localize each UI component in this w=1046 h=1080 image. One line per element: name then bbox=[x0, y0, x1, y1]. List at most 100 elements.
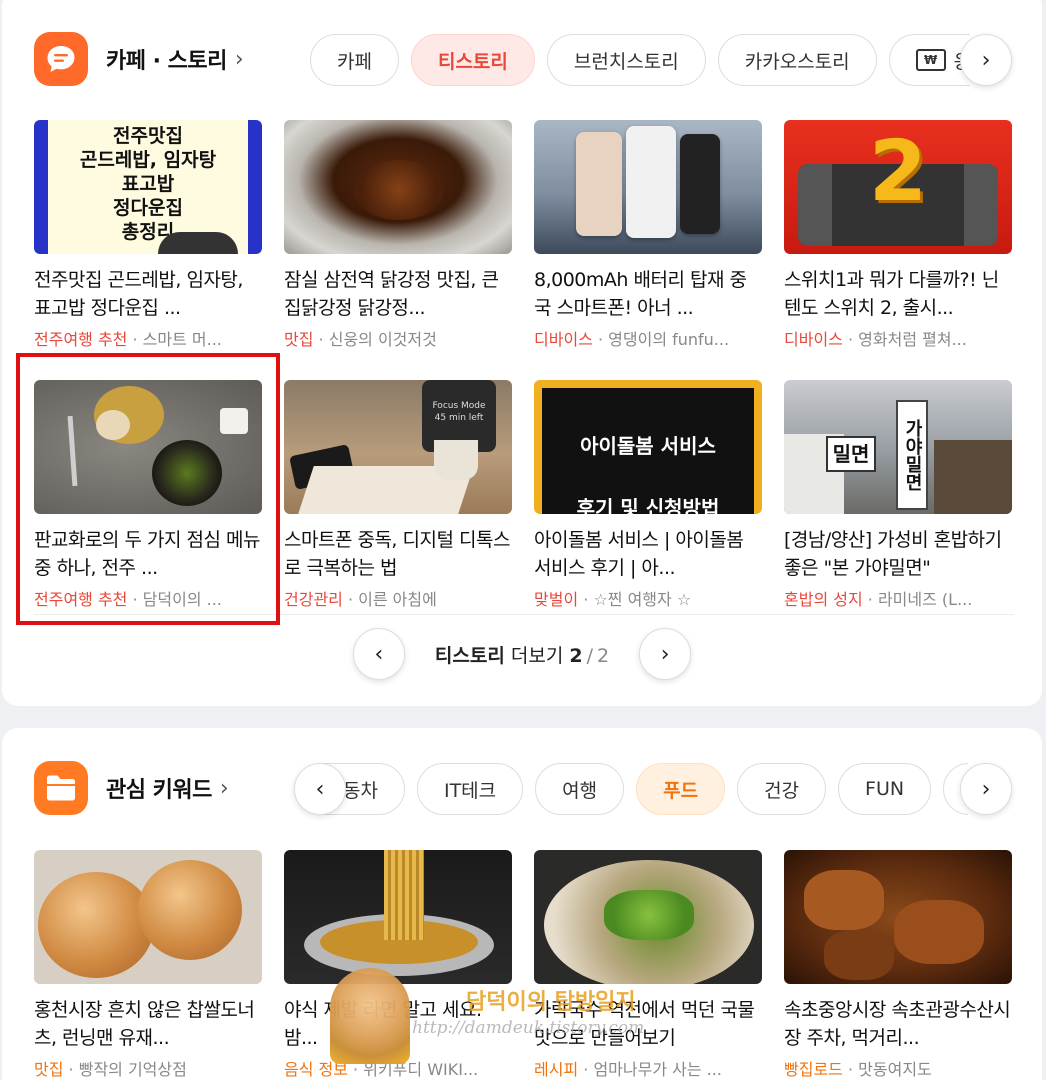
highlight-box bbox=[16, 353, 280, 625]
story-meta: 전주여행 추천 · 스마트 머... bbox=[34, 330, 222, 349]
watermark-url: http://damdeuk.tistory.com bbox=[412, 1018, 645, 1038]
story-item[interactable]: 아이돌봄 서비스 후기 및 신청방법 아이돌봄 서비스 | 아이돌봄 서비스 후… bbox=[534, 380, 762, 610]
thumbnail-childcare: 아이돌봄 서비스 후기 및 신청방법 bbox=[534, 380, 762, 514]
thumb-text-1: 전주맛집 bbox=[113, 125, 183, 147]
story-title: 8,000mAh 배터리 탑재 중국 스마트폰! 아너 ... bbox=[534, 269, 747, 319]
story-title: 속초중앙시장 속초관광수산시장 주차, 먹거리... bbox=[784, 999, 1011, 1049]
chevron-right-icon: › bbox=[660, 641, 670, 667]
chips-prev-button[interactable]: ‹ bbox=[294, 763, 346, 815]
category-chips: 카페 티스토리 브런치스토리 카카오스토리 ₩ 응 bbox=[310, 34, 970, 86]
thumb-text-3: 표고밥 bbox=[121, 173, 175, 195]
chip-partial[interactable]: ₩ 응 bbox=[888, 34, 970, 86]
focus-mode-label: Focus Mode bbox=[432, 401, 486, 411]
story-title: [경남/양산] 가성비 혼밥하기 좋은 "본 가야밀면" bbox=[784, 529, 1002, 579]
story-meta: 맛집 · 신웅의 이것저것 bbox=[284, 330, 437, 349]
thumb-text-2: 후기 및 신청방법 bbox=[576, 496, 720, 514]
chevron-right-icon: › bbox=[234, 46, 244, 72]
story-meta: 빵집로드 · 맛동여지도 bbox=[784, 1060, 932, 1079]
story-category[interactable]: 맛집 bbox=[34, 1060, 63, 1079]
watermark-title: 담덕이의 탐방일지 bbox=[466, 990, 636, 1015]
thumbnail-ramen bbox=[284, 850, 512, 984]
story-title: 스위치1과 뭐가 다를까?! 닌텐도 스위치 2, 출시... bbox=[784, 269, 999, 319]
story-item[interactable]: 전주맛집 곤드레밥, 임자탕 표고밥 정다운집 총정리 전주맛집 곤드레밥, 임… bbox=[34, 120, 262, 350]
pager-current: 2 bbox=[569, 644, 583, 667]
thumb-text-4: 정다운집 bbox=[113, 197, 183, 219]
story-category[interactable]: 맞벌이 bbox=[534, 590, 578, 609]
story-item[interactable]: 홍천시장 흔치 않은 찹쌀도너츠, 런닝맨 유재... 맛집 · 빵작의 기억상… bbox=[34, 850, 262, 1080]
won-icon: ₩ bbox=[915, 49, 946, 71]
chip-travel[interactable]: 여행 bbox=[535, 763, 625, 815]
keyword-chips: 동차 IT테크 여행 푸드 건강 FUN 웹툰 bbox=[298, 763, 968, 815]
story-meta: 맞벌이 · ☆찐 여행자 ☆ bbox=[534, 590, 692, 609]
story-meta: 디바이스 · 영댕이의 funfu... bbox=[534, 330, 730, 349]
story-source[interactable]: ☆찐 여행자 ☆ bbox=[593, 590, 691, 609]
story-source[interactable]: 영화처럼 펼쳐... bbox=[858, 330, 967, 349]
story-source[interactable]: 맛동여지도 bbox=[858, 1060, 932, 1079]
section-header-cafe-story[interactable]: 카페 · 스토리 › bbox=[34, 32, 244, 86]
pager-total: 2 bbox=[597, 644, 610, 667]
chip-fun[interactable]: FUN bbox=[838, 763, 932, 815]
watermark-avatar bbox=[330, 968, 410, 1064]
thumbnail-donuts bbox=[34, 850, 262, 984]
story-category[interactable]: 디바이스 bbox=[534, 330, 593, 349]
story-title: 아이돌봄 서비스 | 아이돌봄 서비스 후기 | 아... bbox=[534, 529, 744, 579]
thumbnail-restaurant: 밀면 가야밀면 bbox=[784, 380, 1012, 514]
story-category[interactable]: 맛집 bbox=[284, 330, 313, 349]
story-title: 스마트폰 중독, 디지털 디톡스로 극복하는 법 bbox=[284, 529, 510, 579]
story-source[interactable]: 스마트 머... bbox=[143, 330, 222, 349]
story-item[interactable]: 2 스위치1과 뭐가 다를까?! 닌텐도 스위치 2, 출시... 디바이스 ·… bbox=[784, 120, 1012, 350]
story-title: 홍천시장 흔치 않은 찹쌀도너츠, 런닝맨 유재... bbox=[34, 999, 255, 1049]
section-title: 관심 키워드 bbox=[106, 778, 212, 803]
next-page-button[interactable]: › bbox=[639, 628, 692, 680]
story-meta: 디바이스 · 영화처럼 펼쳐... bbox=[784, 330, 967, 349]
chip-food[interactable]: 푸드 bbox=[636, 763, 726, 815]
chip-brunch-story[interactable]: 브런치스토리 bbox=[546, 34, 706, 86]
pager-label[interactable]: 티스토리 더보기 2/2 bbox=[435, 641, 609, 668]
pager-more: 더보기 bbox=[510, 644, 564, 667]
section-header-interest[interactable]: 관심 키워드 › bbox=[34, 761, 229, 815]
thumbnail-switch: 2 bbox=[784, 120, 1012, 254]
chips-next-button[interactable]: › bbox=[960, 34, 1012, 86]
story-item[interactable]: 8,000mAh 배터리 탑재 중국 스마트폰! 아너 ... 디바이스 · 영… bbox=[534, 120, 762, 350]
pager-source: 티스토리 bbox=[434, 644, 505, 667]
story-item[interactable]: 밀면 가야밀면 [경남/양산] 가성비 혼밥하기 좋은 "본 가야밀면" 혼밥의… bbox=[784, 380, 1012, 610]
thumbnail-jeonju-food: 전주맛집 곤드레밥, 임자탕 표고밥 정다운집 총정리 bbox=[34, 120, 262, 254]
sign-left: 밀면 bbox=[826, 436, 876, 472]
folder-icon bbox=[34, 761, 88, 815]
story-category[interactable]: 혼밥의 성지 bbox=[784, 590, 863, 609]
chip-cafe[interactable]: 카페 bbox=[310, 34, 399, 86]
story-source[interactable]: 신웅의 이것저것 bbox=[329, 330, 437, 349]
story-source[interactable]: 빵작의 기억상점 bbox=[79, 1060, 187, 1079]
thumb-number: 2 bbox=[868, 122, 928, 220]
story-meta: 건강관리 · 이른 아침에 bbox=[284, 590, 437, 609]
story-source[interactable]: 이른 아침에 bbox=[358, 590, 437, 609]
chip-health[interactable]: 건강 bbox=[737, 763, 827, 815]
blog-watermark: 담덕이의 탐방일지 http://damdeuk.tistory.com bbox=[330, 968, 690, 1078]
thumb-text-2: 곤드레밥, 임자탕 bbox=[79, 149, 217, 171]
story-category[interactable]: 전주여행 추천 bbox=[34, 330, 127, 349]
story-item[interactable]: Focus Mode 45 min left 스마트폰 중독, 디지털 디톡스로… bbox=[284, 380, 512, 610]
chips-next-button[interactable]: › bbox=[960, 763, 1012, 815]
thumbnail-udon bbox=[534, 850, 762, 984]
chip-it-tech[interactable]: IT테크 bbox=[416, 763, 524, 815]
thumbnail-fried-chicken bbox=[784, 850, 1012, 984]
chevron-right-icon: › bbox=[981, 776, 991, 802]
story-meta: 맛집 · 빵작의 기억상점 bbox=[34, 1060, 187, 1079]
story-category[interactable]: 빵집로드 bbox=[784, 1060, 843, 1079]
chevron-right-icon: › bbox=[219, 775, 229, 801]
focus-time-label: 45 min left bbox=[434, 413, 484, 423]
chip-kakao-story[interactable]: 카카오스토리 bbox=[717, 34, 877, 86]
story-meta: 혼밥의 성지 · 라미네즈 (L... bbox=[784, 590, 973, 609]
story-item[interactable]: 속초중앙시장 속초관광수산시장 주차, 먹거리... 빵집로드 · 맛동여지도 bbox=[784, 850, 1012, 1080]
story-item[interactable]: 잠실 삼전역 닭강정 맛집, 큰집닭강정 닭강정... 맛집 · 신웅의 이것저… bbox=[284, 120, 512, 350]
story-source[interactable]: 영댕이의 funfu... bbox=[608, 330, 729, 349]
chevron-left-icon: ‹ bbox=[374, 641, 384, 667]
chip-tistory[interactable]: 티스토리 bbox=[410, 34, 535, 86]
thumb-text-1: 아이돌봄 서비스 bbox=[580, 434, 716, 458]
prev-page-button[interactable]: ‹ bbox=[352, 628, 405, 680]
story-category[interactable]: 디바이스 bbox=[784, 330, 843, 349]
chat-bubble-icon bbox=[34, 32, 88, 86]
story-category[interactable]: 건강관리 bbox=[284, 590, 343, 609]
story-source[interactable]: 라미네즈 (L... bbox=[878, 590, 972, 609]
chevron-left-icon: ‹ bbox=[315, 776, 325, 802]
